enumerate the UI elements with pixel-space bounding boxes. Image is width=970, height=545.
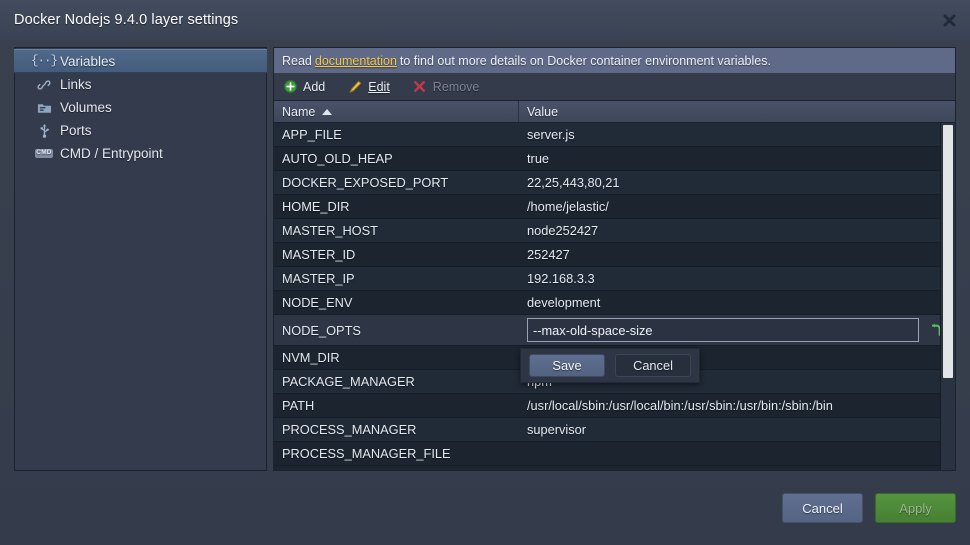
dialog-cancel-button[interactable]: Cancel <box>782 493 863 523</box>
cell-variable-value: /usr/local/sbin:/usr/local/bin:/usr/sbin… <box>527 398 833 413</box>
table-row[interactable]: PATH/usr/local/sbin:/usr/local/bin:/usr/… <box>274 394 955 418</box>
add-button[interactable]: Add <box>282 79 325 95</box>
sidebar-item-cmd-entrypoint[interactable]: CMD CMD / Entrypoint <box>15 142 266 165</box>
cell-variable-name: HOME_DIR <box>282 199 350 214</box>
cell-variable-name: MASTER_HOST <box>282 223 378 238</box>
remove-button: Remove <box>412 79 480 95</box>
plus-circle-icon <box>282 79 298 95</box>
cell-variable-name: PATH <box>282 398 315 413</box>
close-icon[interactable] <box>938 9 960 31</box>
column-header-value-label: Value <box>527 104 559 119</box>
cell-variable-value: 22,25,443,80,21 <box>527 175 620 190</box>
add-button-label: Add <box>303 79 326 94</box>
braces-icon: {··} <box>31 54 58 68</box>
column-header-value[interactable]: Value <box>519 101 955 122</box>
edit-button[interactable]: Edit <box>347 79 390 95</box>
column-header-name[interactable]: Name <box>274 101 519 122</box>
link-icon <box>33 78 55 92</box>
cell-variable-name: MASTER_IP <box>282 271 355 286</box>
cell-variable-value: true <box>527 151 550 166</box>
folder-icon <box>33 101 55 115</box>
edit-button-label: Edit <box>368 79 390 94</box>
variables-table: Name Value APP_FILE server.js AUTO_OLD_HEA… <box>274 101 955 470</box>
cell-variable-name: NODE_OPTS <box>282 322 361 338</box>
title-bar: Docker Nodejs 9.4.0 layer settings <box>0 0 970 40</box>
variables-toolbar: Add Edit Remove <box>274 73 955 101</box>
cmd-icon: CMD <box>34 149 54 158</box>
window-title: Docker Nodejs 9.4.0 layer settings <box>14 12 239 28</box>
table-row[interactable]: PROCESS_MANAGER_FILE <box>274 442 955 466</box>
sidebar-item-label: Volumes <box>60 100 112 115</box>
table-row[interactable]: NODE_OPTS <box>274 315 955 346</box>
dialog-apply-button[interactable]: Apply <box>875 493 956 523</box>
scrollbar-thumb[interactable] <box>943 125 953 378</box>
cell-variable-name: NODE_ENV <box>282 295 353 310</box>
remove-button-label: Remove <box>432 79 480 94</box>
cell-variable-value: 252427 <box>527 247 570 262</box>
sidebar-item-label: CMD / Entrypoint <box>60 146 163 161</box>
remove-x-icon <box>412 79 428 95</box>
cell-variable-name: APP_FILE <box>282 127 342 142</box>
cell-variable-name: DOCKER_EXPOSED_PORT <box>282 175 449 190</box>
edit-actions-popup: Save Cancel <box>520 348 700 383</box>
cell-variable-name: PROCESS_MANAGER <box>282 422 417 437</box>
table-row[interactable]: MASTER_IP 192.168.3.3 <box>274 267 955 291</box>
table-scrollbar[interactable] <box>940 123 955 470</box>
sidebar-item-label: Ports <box>60 123 92 138</box>
cell-variable-name: PACKAGE_MANAGER <box>282 374 415 389</box>
cell-variable-value: supervisor <box>527 422 587 437</box>
cell-variable-value-editor <box>519 318 955 342</box>
sidebar-item-volumes[interactable]: Volumes <box>15 96 266 119</box>
cell-variable-name: AUTO_OLD_HEAP <box>282 151 393 166</box>
settings-sidebar: {··} Variables Links Volumes Ports CMD C… <box>14 47 267 471</box>
table-row[interactable]: PROCESS_MANAGER supervisor <box>274 418 955 442</box>
cell-variable-value: node252427 <box>527 223 599 238</box>
cell-variable-name: NVM_DIR <box>282 350 340 365</box>
sidebar-item-variables[interactable]: {··} Variables <box>14 49 267 73</box>
usb-icon <box>33 123 55 138</box>
table-row[interactable]: NODE_ENV development <box>274 291 955 315</box>
table-row[interactable]: APP_FILE server.js <box>274 123 955 147</box>
column-header-name-label: Name <box>282 104 316 119</box>
table-row[interactable]: MASTER_HOST node252427 <box>274 219 955 243</box>
pencil-icon <box>347 79 363 95</box>
table-header-row: Name Value <box>274 101 955 123</box>
sidebar-item-ports[interactable]: Ports <box>15 119 266 142</box>
cell-variable-value: 192.168.3.3 <box>527 271 595 286</box>
table-row[interactable]: AUTO_OLD_HEAP true <box>274 147 955 171</box>
table-row[interactable]: DOCKER_EXPOSED_PORT 22,25,443,80,21 <box>274 171 955 195</box>
table-row[interactable]: MASTER_ID 252427 <box>274 243 955 267</box>
table-row[interactable]: HOME_DIR/home/jelastic/ <box>274 195 955 219</box>
table-body: APP_FILE server.js AUTO_OLD_HEAP true DOCKER… <box>274 123 955 466</box>
banner-prefix: Read <box>282 53 312 68</box>
cell-variable-name: MASTER_ID <box>282 247 356 262</box>
save-button[interactable]: Save <box>529 354 605 377</box>
cell-variable-value: development <box>527 295 601 310</box>
documentation-link[interactable]: documentation <box>315 54 397 68</box>
dialog-body: {··} Variables Links Volumes Ports CMD C… <box>14 47 956 471</box>
value-edit-input[interactable] <box>527 318 919 342</box>
dialog-footer: Cancel Apply <box>0 471 970 545</box>
cancel-edit-button[interactable]: Cancel <box>615 354 691 377</box>
sidebar-item-label: Links <box>60 77 92 92</box>
variables-panel: Read documentation to find out more deta… <box>273 47 956 471</box>
banner-suffix: to find out more details on Docker conta… <box>399 53 771 68</box>
sidebar-item-links[interactable]: Links <box>15 73 266 96</box>
cell-variable-value: /home/jelastic/ <box>527 199 609 214</box>
sort-ascending-icon <box>322 108 333 115</box>
sidebar-item-label: Variables <box>60 53 116 69</box>
cell-variable-name: PROCESS_MANAGER_FILE <box>282 446 451 461</box>
cell-variable-value: server.js <box>527 127 575 142</box>
info-banner: Read documentation to find out more deta… <box>274 48 955 73</box>
